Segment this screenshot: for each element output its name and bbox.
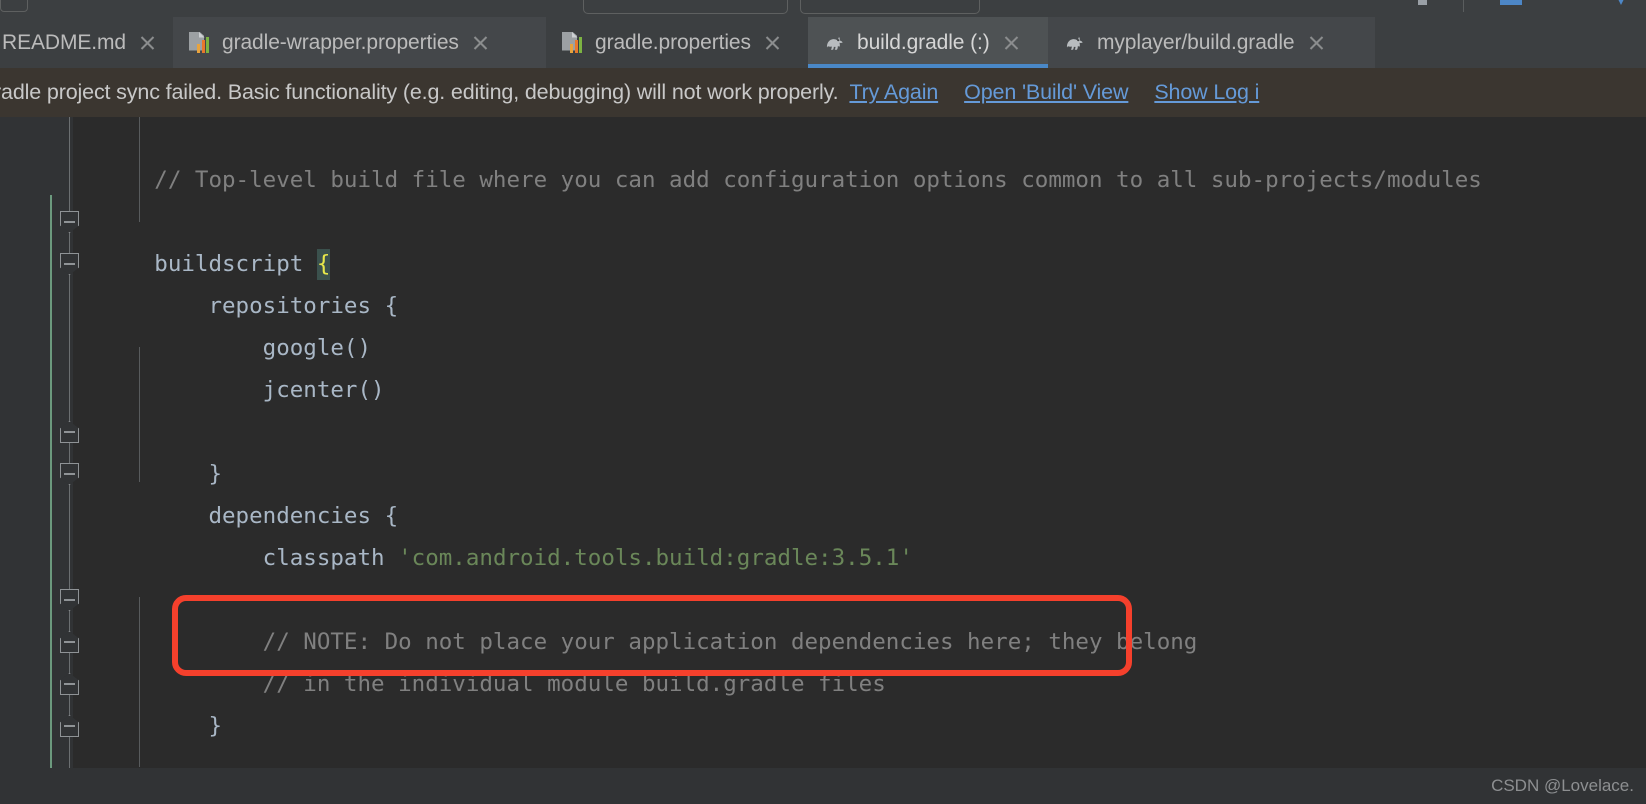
code-text-area[interactable]: // Top-level build file where you can ad… bbox=[73, 117, 1646, 804]
close-icon[interactable] bbox=[1003, 34, 1020, 51]
tab-gradle-wrapper-properties[interactable]: gradle-wrapper.properties bbox=[173, 17, 546, 68]
vcs-change-marker[interactable] bbox=[50, 195, 52, 804]
code-line: buildscript { bbox=[73, 201, 331, 280]
tab-label: gradle.properties bbox=[595, 30, 751, 54]
close-icon[interactable] bbox=[139, 34, 156, 51]
toolbar-icon-c[interactable] bbox=[1617, 0, 1625, 5]
editor-tab-bar: README.md gradle-wrapper.properties grad… bbox=[0, 17, 1646, 68]
code-line: repositories { bbox=[73, 243, 398, 319]
code-line: } bbox=[73, 411, 222, 487]
tab-build-gradle[interactable]: build.gradle (:) bbox=[808, 17, 1048, 68]
tab-label: build.gradle (:) bbox=[857, 30, 990, 54]
code-line-classpath: classpath 'com.android.tools.build:gradl… bbox=[73, 495, 913, 571]
code-line: // Top-level build file where you can ad… bbox=[73, 117, 1482, 193]
close-icon[interactable] bbox=[472, 34, 489, 51]
show-log-link[interactable]: Show Log i bbox=[1154, 80, 1259, 105]
tab-myplayer-build-gradle[interactable]: myplayer/build.gradle bbox=[1048, 17, 1375, 68]
csdn-watermark: CSDN @Lovelace. bbox=[1491, 776, 1634, 795]
sync-failed-notification: radle project sync failed. Basic functio… bbox=[0, 68, 1646, 117]
gradle-elephant-icon bbox=[1062, 30, 1088, 56]
device-selector-combo[interactable] bbox=[800, 0, 980, 14]
tab-readme-md[interactable]: README.md bbox=[0, 17, 173, 68]
properties-file-icon bbox=[187, 30, 213, 56]
properties-file-icon bbox=[560, 30, 586, 56]
open-build-view-link[interactable]: Open 'Build' View bbox=[964, 80, 1128, 105]
code-token: // in the individual module build.gradle… bbox=[154, 671, 886, 697]
tab-label: README.md bbox=[2, 30, 126, 54]
tab-gradle-properties[interactable]: gradle.properties bbox=[546, 17, 808, 68]
code-editor[interactable]: // Top-level build file where you can ad… bbox=[0, 117, 1646, 804]
module-selector-combo[interactable] bbox=[583, 0, 788, 14]
code-line: jcenter() bbox=[73, 327, 385, 403]
close-icon[interactable] bbox=[1308, 34, 1325, 51]
status-bar-strip bbox=[0, 768, 1646, 804]
code-token: jcenter() bbox=[154, 377, 385, 403]
tab-label: gradle-wrapper.properties bbox=[222, 30, 459, 54]
code-token: // Top-level build file where you can ad… bbox=[154, 167, 1482, 193]
toolbar-strip bbox=[0, 0, 1646, 17]
code-line: // NOTE: Do not place your application d… bbox=[73, 579, 1198, 655]
code-line: } bbox=[73, 663, 222, 739]
code-line: dependencies { bbox=[73, 453, 398, 529]
gradle-elephant-icon bbox=[822, 30, 848, 56]
code-token: } bbox=[154, 713, 223, 739]
code-token-string: 'com.android.tools.build:gradle:3.5.1' bbox=[398, 545, 913, 571]
toolbar-left-button[interactable] bbox=[0, 0, 28, 12]
tab-label: myplayer/build.gradle bbox=[1097, 30, 1295, 54]
close-icon[interactable] bbox=[764, 34, 781, 51]
notification-message: radle project sync failed. Basic functio… bbox=[0, 80, 839, 104]
try-again-link[interactable]: Try Again bbox=[849, 80, 938, 105]
code-token: classpath bbox=[154, 545, 399, 571]
code-line: // in the individual module build.gradle… bbox=[73, 621, 886, 697]
toolbar-separator bbox=[1463, 0, 1464, 12]
toolbar-icon-b[interactable] bbox=[1500, 0, 1522, 5]
editor-gutter[interactable] bbox=[0, 117, 79, 804]
toolbar-icon-a[interactable] bbox=[1418, 0, 1427, 5]
code-line: google() bbox=[73, 285, 371, 361]
